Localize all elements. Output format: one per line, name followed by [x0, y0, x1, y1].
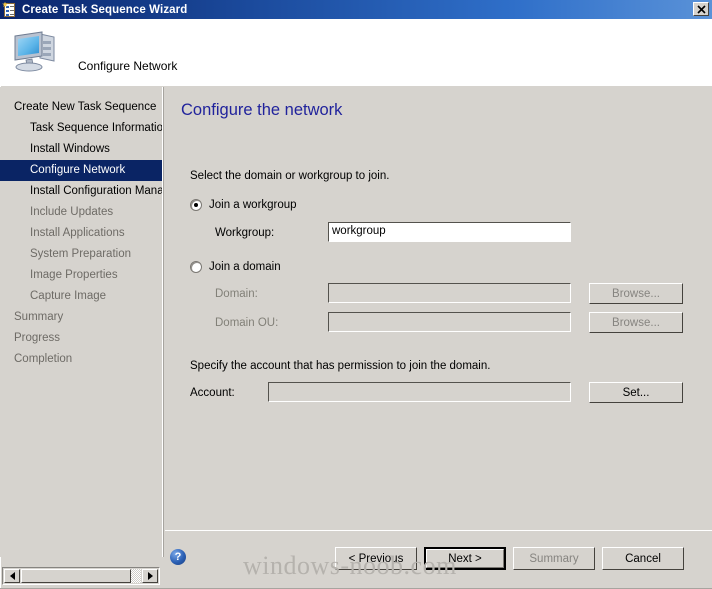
sidebar-item-capture-image[interactable]: Capture Image	[0, 286, 162, 307]
page-title: Configure the network	[181, 101, 343, 119]
wizard-window: Create Task Sequence Wizard Configure Ne…	[0, 0, 712, 589]
sidebar-item-install-applications[interactable]: Install Applications	[0, 223, 162, 244]
sidebar-item-include-updates[interactable]: Include Updates	[0, 202, 162, 223]
radio-join-domain[interactable]: Join a domain	[190, 261, 281, 273]
domain-input[interactable]	[328, 283, 571, 303]
title-bar: Create Task Sequence Wizard	[0, 0, 712, 19]
cancel-button[interactable]: Cancel	[602, 547, 684, 570]
account-input[interactable]	[268, 382, 571, 402]
sidebar-divider-dark	[163, 87, 164, 557]
radio-join-domain-label: Join a domain	[209, 261, 281, 273]
sidebar-item-install-configuration-manager[interactable]: Install Configuration Manager	[0, 181, 162, 202]
summary-button[interactable]: Summary	[513, 547, 595, 570]
radio-join-workgroup-label: Join a workgroup	[209, 199, 297, 211]
radio-indicator	[190, 199, 202, 211]
domain-browse-button[interactable]: Browse...	[589, 283, 683, 304]
sidebar-item-completion[interactable]: Completion	[0, 349, 162, 370]
account-description: Specify the account that has permission …	[190, 360, 491, 372]
next-button[interactable]: Next >	[424, 547, 506, 570]
sidebar-item-progress[interactable]: Progress	[0, 328, 162, 349]
wizard-footer: ? < Previous Next > Summary Cancel	[165, 531, 712, 589]
domain-label: Domain:	[215, 288, 258, 300]
sidebar-item-image-properties[interactable]: Image Properties	[0, 265, 162, 286]
radio-indicator	[190, 261, 202, 273]
workgroup-input[interactable]: workgroup	[328, 222, 571, 242]
previous-button[interactable]: < Previous	[335, 547, 417, 570]
scroll-right-icon[interactable]	[142, 569, 158, 583]
header-title: Configure Network	[78, 59, 178, 73]
sidebar-item-summary[interactable]: Summary	[0, 307, 162, 328]
sidebar-item-task-sequence-information[interactable]: Task Sequence Information	[0, 118, 162, 139]
sidebar-item-system-preparation[interactable]: System Preparation	[0, 244, 162, 265]
sidebar-item-install-windows[interactable]: Install Windows	[0, 139, 162, 160]
computer-monitor-icon	[12, 28, 60, 72]
close-icon[interactable]	[693, 2, 709, 16]
wizard-content: Configure the network Select the domain …	[165, 87, 712, 530]
task-sequence-clipboard-icon	[2, 1, 18, 18]
sidebar-item-create-new-task-sequence[interactable]: Create New Task Sequence	[0, 97, 162, 118]
scrollbar-thumb[interactable]	[21, 569, 131, 583]
header-divider	[0, 85, 712, 86]
wizard-header: Configure Network	[0, 19, 712, 86]
domain-ou-label: Domain OU:	[215, 317, 279, 329]
horizontal-scrollbar[interactable]	[2, 567, 160, 585]
window-title: Create Task Sequence Wizard	[22, 3, 188, 16]
scroll-left-icon[interactable]	[4, 569, 20, 583]
next-button-label: Next >	[426, 549, 504, 568]
question-mark-icon[interactable]: ?	[170, 549, 186, 565]
sidebar-item-configure-network[interactable]: Configure Network	[0, 160, 162, 181]
wizard-step-list: Create New Task Sequence Task Sequence In…	[0, 87, 162, 557]
account-label: Account:	[190, 387, 235, 399]
account-set-button[interactable]: Set...	[589, 382, 683, 403]
radio-join-workgroup[interactable]: Join a workgroup	[190, 199, 297, 211]
intro-text: Select the domain or workgroup to join.	[190, 170, 390, 182]
domain-ou-browse-button[interactable]: Browse...	[589, 312, 683, 333]
workgroup-label: Workgroup:	[215, 227, 275, 239]
domain-ou-input[interactable]	[328, 312, 571, 332]
